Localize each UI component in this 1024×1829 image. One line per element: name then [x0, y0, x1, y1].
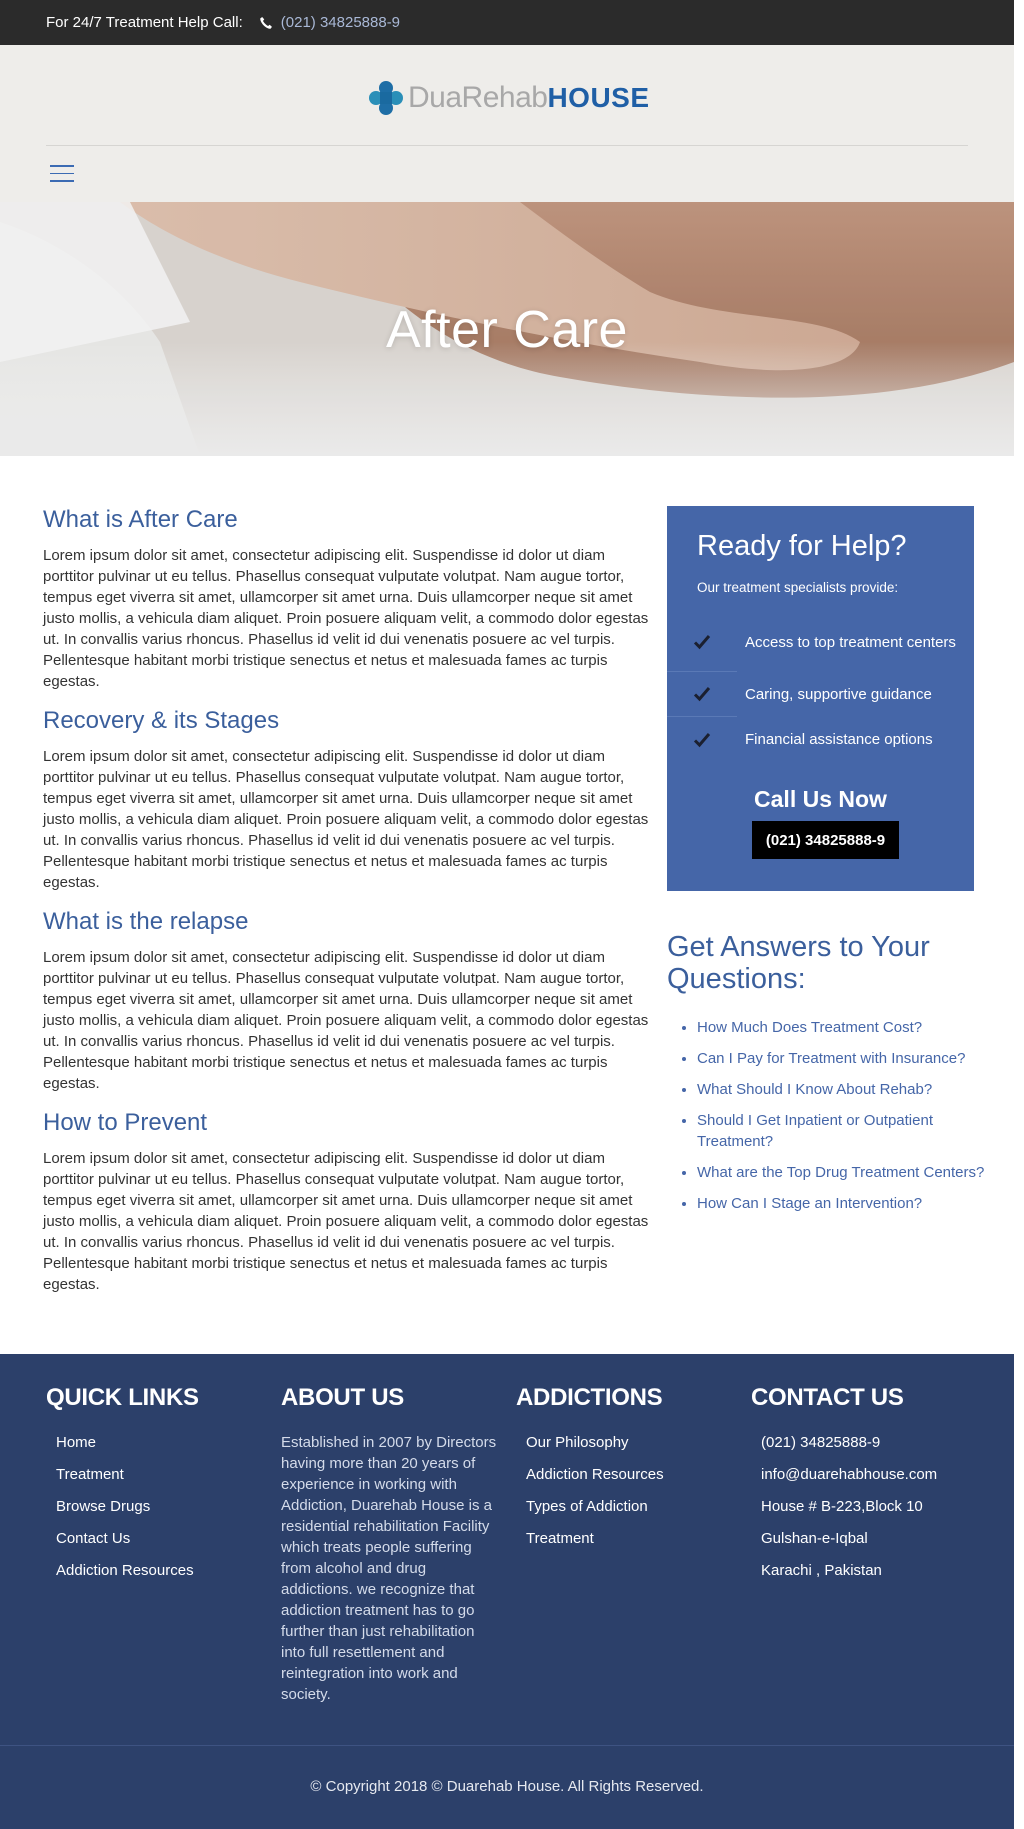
footer-link-treatment[interactable]: Treatment [526, 1530, 594, 1547]
footer-quick-links: QUICK LINKS Home Treatment Browse Drugs … [46, 1384, 199, 1592]
help-item-text: Access to top treatment centers [745, 634, 956, 651]
footer-contact-address: House # B-223,Block 10 [761, 1498, 923, 1515]
call-us-now-heading: Call Us Now [754, 786, 887, 812]
faq-link[interactable]: Can I Pay for Treatment with Insurance? [697, 1050, 965, 1067]
faq-item: What are the Top Drug Treatment Centers? [697, 1162, 987, 1183]
footer-addictions: ADDICTIONS Our Philosophy Addiction Reso… [516, 1384, 664, 1560]
faq-list: How Much Does Treatment Cost? Can I Pay … [667, 1017, 987, 1214]
footer-contact-area: Gulshan-e-Iqbal [761, 1530, 868, 1547]
section-heading: What is the relapse [43, 908, 249, 935]
help-box-subtitle: Our treatment specialists provide: [697, 580, 899, 595]
footer-contact-email[interactable]: info@duarehabhouse.com [761, 1466, 937, 1483]
footer-link-addiction-resources[interactable]: Addiction Resources [526, 1466, 664, 1483]
logo-text-primary: DuaRehab [408, 81, 548, 114]
faq-item: How Much Does Treatment Cost? [697, 1017, 987, 1038]
top-bar: For 24/7 Treatment Help Call: (021) 3482… [0, 0, 1014, 45]
help-list-item: Access to top treatment centers [667, 613, 974, 672]
footer-contact-phone[interactable]: (021) 34825888-9 [761, 1434, 880, 1451]
article: What is After Care Lorem ipsum dolor sit… [43, 505, 655, 1309]
faq-item: Should I Get Inpatient or Outpatient Tre… [697, 1110, 987, 1152]
footer-link-home[interactable]: Home [56, 1434, 96, 1451]
call-phone-button[interactable]: (021) 34825888-9 [752, 821, 899, 859]
faq-link[interactable]: Should I Get Inpatient or Outpatient Tre… [697, 1112, 933, 1150]
section-heading: How to Prevent [43, 1109, 208, 1136]
hamburger-menu-icon[interactable] [50, 165, 74, 183]
footer-heading: CONTACT US [751, 1384, 904, 1411]
footer-contact-city: Karachi , Pakistan [761, 1562, 882, 1579]
footer-link-contact-us[interactable]: Contact Us [56, 1530, 130, 1547]
footer-link-browse-drugs[interactable]: Browse Drugs [56, 1498, 150, 1515]
top-phone-link[interactable]: (021) 34825888-9 [281, 14, 400, 31]
footer-link-treatment[interactable]: Treatment [56, 1466, 124, 1483]
footer-about-text: Established in 2007 by Directors having … [281, 1434, 497, 1703]
checkmark-icon [667, 613, 737, 672]
medical-cross-logo-icon [369, 81, 403, 115]
section-body: Lorem ipsum dolor sit amet, consectetur … [43, 949, 649, 1092]
section-heading: What is After Care [43, 506, 238, 533]
footer-about: ABOUT US Established in 2007 by Director… [281, 1384, 501, 1705]
help-item-text: Caring, supportive guidance [745, 686, 932, 703]
logo-text-secondary: HOUSE [547, 82, 650, 113]
section-body: Lorem ipsum dolor sit amet, consectetur … [43, 547, 649, 690]
footer-heading: QUICK LINKS [46, 1384, 199, 1411]
footer-contact: CONTACT US (021) 34825888-9 info@duareha… [751, 1384, 937, 1592]
section-body: Lorem ipsum dolor sit amet, consectetur … [43, 1150, 649, 1293]
checkmark-icon [667, 717, 737, 762]
footer-link-addiction-resources[interactable]: Addiction Resources [56, 1562, 194, 1579]
copyright-text: © Copyright 2018 © Duarehab House. All R… [310, 1778, 704, 1795]
faq-item: Can I Pay for Treatment with Insurance? [697, 1048, 987, 1069]
faq-link[interactable]: How Can I Stage an Intervention? [697, 1195, 922, 1212]
page: For 24/7 Treatment Help Call: (021) 3482… [0, 0, 1024, 1829]
help-list-item: Caring, supportive guidance [667, 672, 974, 717]
section-body: Lorem ipsum dolor sit amet, consectetur … [43, 748, 649, 891]
site-logo[interactable]: DuaRehab HOUSE [368, 78, 650, 118]
faq-item: How Can I Stage an Intervention? [697, 1193, 987, 1214]
section-heading: Recovery & its Stages [43, 707, 280, 734]
help-box-title: Ready for Help? [697, 530, 907, 562]
faq-item: What Should I Know About Rehab? [697, 1079, 987, 1100]
footer-heading: ABOUT US [281, 1384, 404, 1411]
site-header: DuaRehab HOUSE [0, 45, 1014, 202]
footer-divider [0, 1745, 1014, 1746]
faq-link[interactable]: What are the Top Drug Treatment Centers? [697, 1164, 984, 1181]
footer-link-types-of-addiction[interactable]: Types of Addiction [526, 1498, 648, 1515]
page-title: After Care [386, 301, 628, 359]
site-footer: QUICK LINKS Home Treatment Browse Drugs … [0, 1354, 1014, 1829]
ready-for-help-box: Ready for Help? Our treatment specialist… [667, 506, 974, 891]
help-list-item: Financial assistance options [667, 717, 974, 762]
header-divider [46, 145, 968, 146]
faq-link[interactable]: What Should I Know About Rehab? [697, 1081, 932, 1098]
phone-icon [259, 16, 273, 30]
help-label: For 24/7 Treatment Help Call: [46, 14, 243, 31]
footer-heading: ADDICTIONS [516, 1384, 663, 1411]
faq-link[interactable]: How Much Does Treatment Cost? [697, 1019, 922, 1036]
footer-link-our-philosophy[interactable]: Our Philosophy [526, 1434, 629, 1451]
faq-title: Get Answers to Your Questions: [667, 931, 930, 995]
help-item-text: Financial assistance options [745, 731, 933, 748]
checkmark-icon [667, 672, 737, 717]
hero-banner: After Care [0, 202, 1014, 456]
help-list: Access to top treatment centers Caring, … [667, 613, 974, 762]
faq-section: Get Answers to Your Questions: How Much … [667, 931, 987, 1224]
